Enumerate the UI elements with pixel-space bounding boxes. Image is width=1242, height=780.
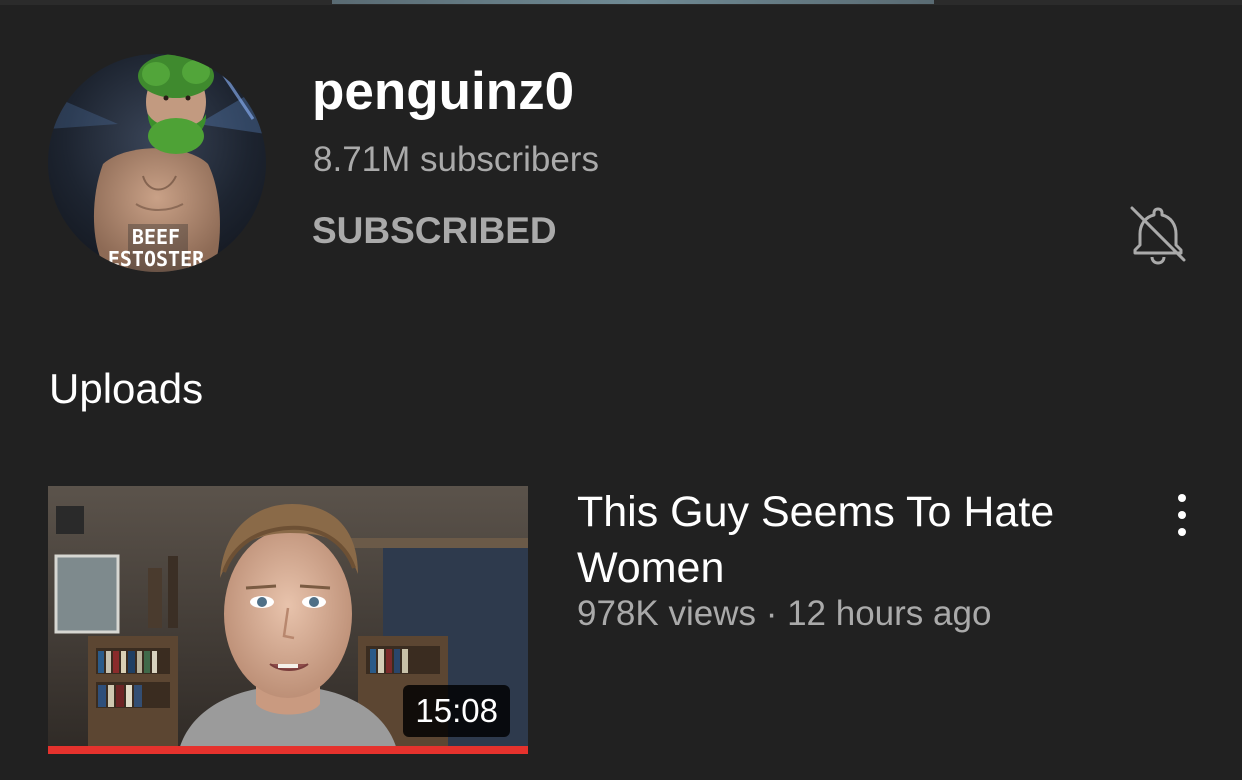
video-duration: 15:08	[403, 685, 510, 737]
video-list-item[interactable]: 15:08 This Guy Seems To Hate Women 978K …	[0, 470, 1242, 770]
channel-name: penguinz0	[312, 62, 575, 121]
watch-progress-bar	[48, 746, 528, 754]
subscriber-count: 8.71M subscribers	[313, 140, 599, 179]
bell-off-icon	[1130, 206, 1186, 265]
uploads-heading: Uploads	[49, 365, 204, 412]
channel-header: BEEF ESTOSTER penguinz0 8.71M subscriber…	[0, 0, 1242, 300]
channel-avatar[interactable]: BEEF ESTOSTER	[48, 54, 266, 272]
video-title[interactable]: This Guy Seems To Hate Women	[577, 484, 1137, 596]
subscribed-button[interactable]: SUBSCRIBED	[312, 208, 557, 254]
avatar-image: BEEF ESTOSTER	[48, 54, 266, 272]
notifications-button[interactable]	[1124, 200, 1192, 268]
watch-progress-track	[48, 746, 528, 754]
avatar-text-line1: BEEF	[132, 225, 180, 249]
video-thumbnail[interactable]: 15:08	[48, 486, 528, 754]
avatar-text-line2: ESTOSTER	[108, 247, 205, 271]
video-meta: 978K views · 12 hours ago	[577, 594, 992, 633]
video-menu-button[interactable]	[1160, 490, 1204, 540]
